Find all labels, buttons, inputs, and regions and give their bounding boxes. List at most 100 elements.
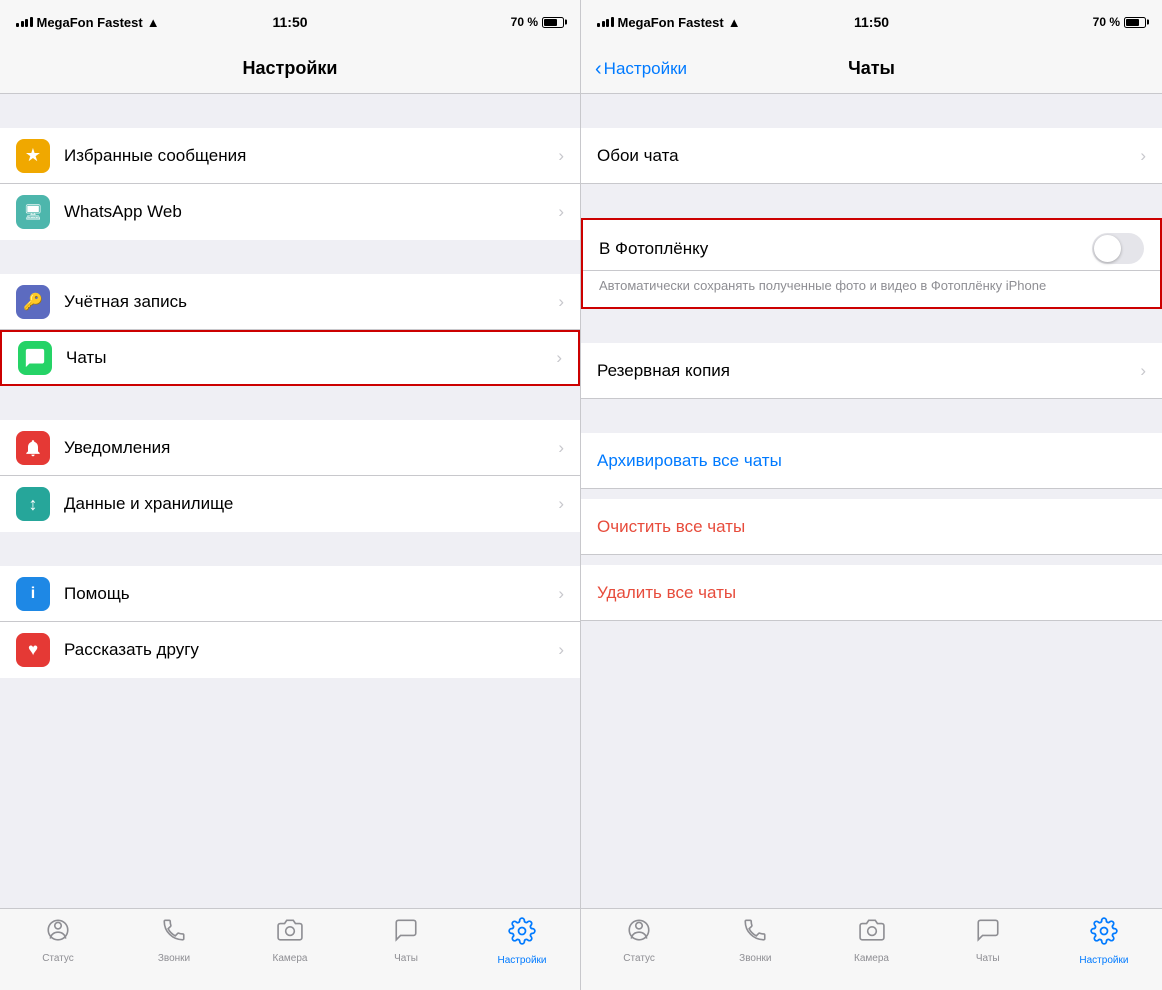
starred-label: Избранные сообщения	[64, 146, 558, 166]
tell-friend-label: Рассказать другу	[64, 640, 558, 660]
section-4: i Помощь › ♥ Рассказать другу ›	[0, 566, 580, 678]
data-chevron: ›	[558, 494, 564, 514]
notifications-icon	[16, 431, 50, 465]
signal-bars	[16, 17, 33, 27]
section-gap-2	[0, 240, 580, 274]
notifications-chevron: ›	[558, 438, 564, 458]
right-time: 11:50	[854, 14, 889, 30]
right-section-gap-3	[581, 309, 1162, 343]
right-status-tab-icon	[626, 917, 652, 950]
right-carrier-label: MegaFon Fastest	[618, 15, 724, 30]
tell-friend-item[interactable]: ♥ Рассказать другу ›	[0, 622, 580, 678]
camera-tab-icon	[277, 917, 303, 950]
tab-settings-label-left: Настройки	[497, 955, 546, 966]
account-label: Учётная запись	[64, 292, 558, 312]
tab-chats-right[interactable]: Чаты	[930, 917, 1046, 964]
archive-all-row[interactable]: Архивировать все чаты	[581, 433, 1162, 489]
right-status-bar-left: MegaFon Fastest ▲	[597, 15, 741, 30]
tab-chats-left[interactable]: Чаты	[348, 917, 464, 964]
right-battery-fill	[1126, 19, 1139, 26]
back-button[interactable]: ‹ Настройки	[595, 59, 687, 79]
account-item[interactable]: 🔑 Учётная запись ›	[0, 274, 580, 330]
tab-calls-left[interactable]: Звонки	[116, 917, 232, 964]
right-panel: MegaFon Fastest ▲ 11:50 70 % ‹ Настройки…	[581, 0, 1162, 990]
tab-calls-label-right: Звонки	[739, 953, 771, 964]
tab-camera-right[interactable]: Камера	[813, 917, 929, 964]
backup-chevron: ›	[1140, 361, 1146, 381]
status-bar-right: 70 %	[511, 15, 564, 29]
chat-settings-content: Обои чата › В Фотоплёнку Автоматически с…	[581, 94, 1162, 990]
right-battery-pct-label: 70 %	[1093, 15, 1120, 29]
section-3: Уведомления › ↕ Данные и хранилище ›	[0, 420, 580, 532]
left-panel: MegaFon Fastest ▲ 11:50 70 % Настройки ★…	[0, 0, 581, 990]
starred-chevron: ›	[558, 146, 564, 166]
right-signal-bar-2	[602, 21, 605, 27]
whatsapp-web-item[interactable]: 🖥 WhatsApp Web ›	[0, 184, 580, 240]
right-signal-bar-4	[611, 17, 614, 27]
chats-item[interactable]: Чаты ›	[0, 330, 580, 386]
tab-settings-left[interactable]: Настройки	[464, 917, 580, 966]
actions-section: Архивировать все чаты	[581, 433, 1162, 489]
tab-chats-label-right: Чаты	[976, 953, 1000, 964]
status-tab-icon	[45, 917, 71, 950]
tab-settings-label-right: Настройки	[1079, 955, 1128, 966]
save-to-gallery-row: В Фотоплёнку	[583, 220, 1160, 271]
wallpaper-section: Обои чата ›	[581, 128, 1162, 184]
right-signal-bars	[597, 17, 614, 27]
tab-settings-right[interactable]: Настройки	[1046, 917, 1162, 966]
clear-all-row[interactable]: Очистить все чаты	[581, 499, 1162, 555]
tab-calls-right[interactable]: Звонки	[697, 917, 813, 964]
save-to-gallery-desc: Автоматически сохранять полученные фото …	[599, 278, 1046, 293]
tab-camera-label-right: Камера	[854, 953, 889, 964]
battery-body	[542, 17, 564, 28]
right-section-gap-6	[581, 555, 1162, 565]
notifications-item[interactable]: Уведомления ›	[0, 420, 580, 476]
starred-item[interactable]: ★ Избранные сообщения ›	[0, 128, 580, 184]
tab-camera-label-left: Камера	[273, 953, 308, 964]
settings-content: ★ Избранные сообщения › 🖥 WhatsApp Web ›…	[0, 94, 580, 990]
signal-bar-1	[16, 23, 19, 27]
backup-row[interactable]: Резервная копия ›	[581, 343, 1162, 399]
left-time: 11:50	[272, 14, 307, 30]
clear-all-label: Очистить все чаты	[597, 517, 745, 537]
whatsapp-web-label: WhatsApp Web	[64, 202, 558, 222]
archive-all-label: Архивировать все чаты	[597, 451, 782, 471]
help-item[interactable]: i Помощь ›	[0, 566, 580, 622]
right-status-bar-right: 70 %	[1093, 15, 1146, 29]
chats-chevron: ›	[556, 348, 562, 368]
right-signal-bar-3	[606, 19, 609, 27]
right-nav-bar: ‹ Настройки Чаты	[581, 44, 1162, 94]
chats-icon	[18, 341, 52, 375]
section-2: 🔑 Учётная запись › Чаты ›	[0, 274, 580, 386]
tab-status-right[interactable]: Статус	[581, 917, 697, 964]
whatsapp-web-chevron: ›	[558, 202, 564, 222]
delete-all-row[interactable]: Удалить все чаты	[581, 565, 1162, 621]
right-signal-bar-1	[597, 23, 600, 27]
backup-section: Резервная копия ›	[581, 343, 1162, 399]
right-section-gap-1	[581, 94, 1162, 128]
save-to-gallery-section: В Фотоплёнку Автоматически сохранять пол…	[581, 218, 1162, 309]
help-chevron: ›	[558, 584, 564, 604]
save-to-gallery-desc-container: Автоматически сохранять полученные фото …	[583, 271, 1160, 307]
section-gap-4	[0, 532, 580, 566]
back-label: Настройки	[604, 59, 687, 79]
left-tab-bar: Статус Звонки Камера	[0, 908, 580, 990]
section-gap-3	[0, 386, 580, 420]
tell-friend-chevron: ›	[558, 640, 564, 660]
wallpaper-row[interactable]: Обои чата ›	[581, 128, 1162, 184]
save-to-gallery-toggle[interactable]	[1092, 233, 1144, 264]
right-tab-bar: Статус Звонки Камера	[581, 908, 1162, 990]
tab-camera-left[interactable]: Камера	[232, 917, 348, 964]
left-nav-title: Настройки	[243, 58, 338, 79]
tab-status-left[interactable]: Статус	[0, 917, 116, 964]
carrier-label: MegaFon Fastest	[37, 15, 143, 30]
right-calls-tab-icon	[742, 917, 768, 950]
chats-label: Чаты	[66, 348, 556, 368]
data-item[interactable]: ↕ Данные и хранилище ›	[0, 476, 580, 532]
battery-container	[542, 17, 564, 28]
tell-friend-icon: ♥	[16, 633, 50, 667]
data-icon: ↕	[16, 487, 50, 521]
help-label: Помощь	[64, 584, 558, 604]
section-gap-1	[0, 94, 580, 128]
right-battery-body	[1124, 17, 1146, 28]
